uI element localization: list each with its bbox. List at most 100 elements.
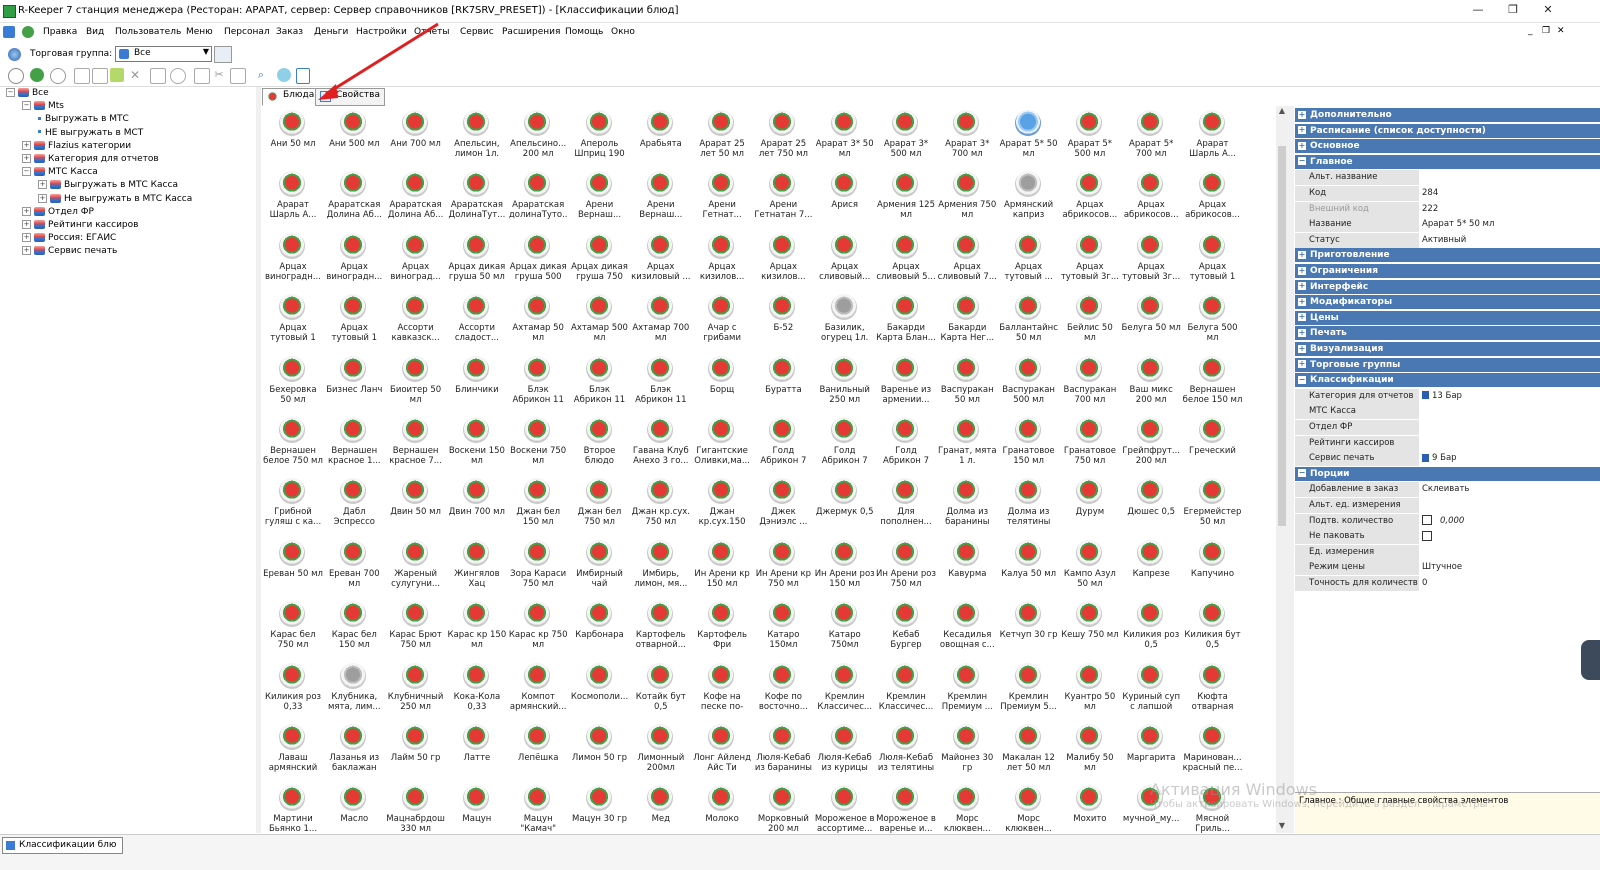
dish-tile[interactable]: Джек Дэниэлс ...: [753, 474, 813, 534]
dish-tile[interactable]: Бакарди Карта Блан...: [876, 290, 936, 350]
property-value[interactable]: Активный: [1420, 233, 1600, 248]
dish-tile[interactable]: Майонез 30 гр: [937, 720, 997, 780]
dish-tile[interactable]: Лимонный 200мл: [631, 720, 691, 780]
green-status-icon[interactable]: [22, 26, 34, 38]
dish-tile[interactable]: Зора Караси 750 мл: [508, 536, 568, 596]
dish-tile[interactable]: Люля-Кебаб из баранины: [753, 720, 813, 780]
grid-scrollbar[interactable]: ▲ ▼: [1276, 106, 1288, 833]
dish-tile[interactable]: Кебаб Бургер: [876, 597, 936, 657]
dish-tile[interactable]: Арцах кизилов...: [692, 229, 752, 289]
chevron-down-icon[interactable]: ▼: [203, 47, 209, 56]
dish-tile[interactable]: Вернашен белое 150 мл: [1183, 352, 1243, 412]
dish-tile[interactable]: Катаро 150мл: [753, 597, 813, 657]
dish-tile[interactable]: Арарат 3* 50 мл: [815, 106, 875, 166]
mdi-restore-icon[interactable]: ❐: [1542, 26, 1550, 36]
property-row[interactable]: Статус Активный: [1295, 232, 1600, 249]
dish-tile[interactable]: Ин Арени кр 750 мл: [753, 536, 813, 596]
dish-tile[interactable]: Апероль Шприц 190 мл: [570, 106, 630, 166]
dish-tile[interactable]: Капучино: [1183, 536, 1243, 596]
dish-tile[interactable]: Кюфта отварная: [1183, 659, 1243, 719]
expand-icon[interactable]: −: [1298, 375, 1306, 384]
property-value[interactable]: 222: [1420, 202, 1600, 217]
expand-icon[interactable]: +: [1298, 250, 1306, 259]
mdi-minimize-icon[interactable]: _: [1528, 26, 1533, 36]
dish-tile[interactable]: Карас бел 750 мл: [263, 597, 323, 657]
dish-tile[interactable]: Арарат 3* 500 мл: [876, 106, 936, 166]
dish-tile[interactable]: Кремлин Премиум ...: [937, 659, 997, 719]
menu-money[interactable]: Деньги: [314, 27, 348, 37]
dish-tile[interactable]: Арцах сливовый...: [815, 229, 875, 289]
dish-tile[interactable]: Ванильный 250 мл: [815, 352, 875, 412]
search-icon[interactable]: ⌕: [254, 68, 268, 82]
dish-tile[interactable]: Ин Арени роз 150 мл: [815, 536, 875, 596]
dish-tile[interactable]: Арцах дикая груша 50 мл: [447, 229, 507, 289]
dish-tile[interactable]: Голд Абрикон 7 лет 700 мл: [876, 413, 936, 473]
dish-tile[interactable]: Арцах дикая груша 500 мл: [508, 229, 568, 289]
dish-tile[interactable]: Мацун "Камач": [508, 781, 568, 833]
property-value[interactable]: [1420, 529, 1600, 544]
dish-tile[interactable]: Калуа 50 мл: [999, 536, 1059, 596]
dish-tile[interactable]: Малибу 50 мл: [1060, 720, 1120, 780]
dish-tile[interactable]: Кремлин Классичес...: [815, 659, 875, 719]
dish-tile[interactable]: Имбирный чай: [570, 536, 630, 596]
tab-dishes[interactable]: Блюда: [262, 88, 320, 106]
tree-node[interactable]: + Выгружать в МТС Касса: [38, 180, 178, 190]
dish-tile[interactable]: Морс клюквен...: [937, 781, 997, 833]
tree-node[interactable]: НЕ выгружать в МСТ: [38, 128, 143, 138]
dish-tile[interactable]: Кока-Кола 0,33: [447, 659, 507, 719]
tree-node[interactable]: + Рейтинги кассиров: [22, 220, 138, 230]
dish-tile[interactable]: Гавана Клуб Анехо 3 го...: [631, 413, 691, 473]
dish-tile[interactable]: Кетчуп 30 гр: [999, 597, 1059, 657]
dish-tile[interactable]: Макалан 12 лет 50 мл: [999, 720, 1059, 780]
tree-node[interactable]: + Отдел ФР: [22, 206, 94, 217]
dish-tile[interactable]: Карас кр 750 мл: [508, 597, 568, 657]
dish-tile[interactable]: Блинчики: [447, 352, 507, 412]
property-value[interactable]: [1420, 170, 1600, 185]
dish-tile[interactable]: Масло: [324, 781, 384, 833]
dish-tile[interactable]: Двин 700 мл: [447, 474, 507, 534]
dish-tile[interactable]: Ани 50 мл: [263, 106, 323, 166]
stop-icon[interactable]: [8, 68, 24, 84]
menu-service[interactable]: Сервис: [460, 27, 494, 37]
dish-tile[interactable]: Араратская ДолинаТут...: [447, 167, 507, 227]
tree-node[interactable]: + Категория для отчетов: [22, 154, 159, 164]
expand-icon[interactable]: +: [1298, 328, 1306, 337]
dish-tile[interactable]: Молоко: [692, 781, 752, 833]
expand-icon[interactable]: +: [22, 220, 31, 229]
property-row[interactable]: Сервис печать 9 Бар: [1295, 451, 1600, 468]
property-value[interactable]: [1420, 498, 1600, 513]
duplicate-icon[interactable]: [194, 68, 210, 84]
mdi-close-icon[interactable]: ✕: [1557, 26, 1565, 36]
expand-icon[interactable]: +: [1298, 313, 1306, 322]
dish-tile[interactable]: Гигантские Оливки,ма...: [692, 413, 752, 473]
dish-tile[interactable]: Мацун: [447, 781, 507, 833]
dish-tile[interactable]: Арися: [815, 167, 875, 227]
property-section[interactable]: + Печать: [1295, 326, 1600, 341]
dish-tile[interactable]: Апельсин, лимон 1л.: [447, 106, 507, 166]
property-section[interactable]: − Главное: [1295, 154, 1600, 169]
view-mode-icon[interactable]: [296, 68, 310, 84]
expand-icon[interactable]: +: [1298, 282, 1306, 291]
dish-tile[interactable]: Арарат Шарль А...: [1183, 106, 1243, 166]
dish-tile[interactable]: Мохито: [1060, 781, 1120, 833]
property-section[interactable]: + Интерфейс: [1295, 279, 1600, 294]
dish-tile[interactable]: Базилик, огурец 1л.: [815, 290, 875, 350]
expand-icon[interactable]: +: [1298, 126, 1306, 135]
mdi-icon[interactable]: [3, 26, 15, 38]
property-section[interactable]: + Дополнительно: [1295, 108, 1600, 122]
property-row[interactable]: Внешний код 222: [1295, 201, 1600, 218]
dish-tile[interactable]: Морковный 200 мл: [753, 781, 813, 833]
property-value[interactable]: 0,000: [1420, 514, 1600, 529]
property-value[interactable]: [1420, 404, 1600, 419]
add-icon[interactable]: [110, 68, 124, 82]
dish-tile[interactable]: Егермейстер 50 мл: [1183, 474, 1243, 534]
dish-tile[interactable]: Блэк Абрикон 11 лет 700 мл: [631, 352, 691, 412]
dish-tile[interactable]: Лаваш армянский: [263, 720, 323, 780]
dish-tile[interactable]: Арарат 3* 700 мл: [937, 106, 997, 166]
dish-tile[interactable]: Васпуракан 700 мл: [1060, 352, 1120, 412]
dish-tile[interactable]: Кофе на песке по-во...: [692, 659, 752, 719]
dish-tile[interactable]: Джан бел 750 мл: [570, 474, 630, 534]
menu-settings[interactable]: Настройки: [356, 27, 407, 37]
refresh-icon[interactable]: [277, 68, 291, 82]
property-value[interactable]: Штучное: [1420, 560, 1600, 575]
